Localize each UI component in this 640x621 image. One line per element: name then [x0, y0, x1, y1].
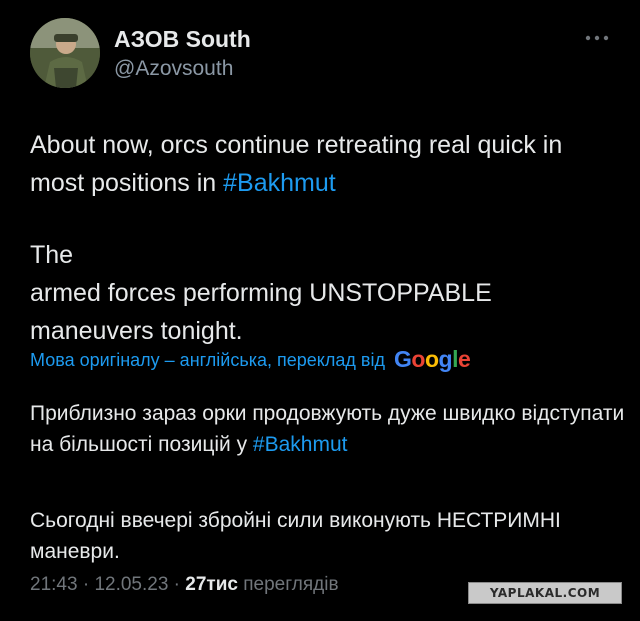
- translated-paragraph-1: Приблизно зараз орки продовжують дуже шв…: [30, 398, 630, 460]
- watermark: YAPLAKAL.COM: [468, 582, 622, 604]
- views-count: 27тис: [185, 574, 238, 595]
- hashtag-link[interactable]: #Bakhmut: [223, 169, 336, 197]
- meta-separator: ·: [77, 574, 95, 595]
- translated-text: Приблизно зараз орки продовжують дуже шв…: [30, 398, 630, 567]
- tweet-time[interactable]: 21:43: [30, 574, 78, 595]
- translation-label[interactable]: Мова оригіналу – англійська, переклад ві…: [30, 346, 471, 373]
- avatar[interactable]: [30, 18, 100, 88]
- translation-label-text: Мова оригіналу – англійська, переклад ві…: [30, 350, 385, 370]
- google-logo: Google: [393, 346, 471, 372]
- views-label: переглядів: [237, 574, 339, 595]
- avatar-image: [30, 18, 100, 88]
- translated-text-line2: Сьогодні ввечері збройні сили виконують …: [30, 509, 561, 563]
- tweet-date[interactable]: 12.05.23: [94, 574, 168, 595]
- hashtag-link-translated[interactable]: #Bakhmut: [253, 433, 348, 456]
- meta-separator: ·: [168, 574, 186, 595]
- translated-paragraph-2: [30, 474, 630, 505]
- tweet-text: About now, orcs continue retreating real…: [30, 126, 620, 350]
- author-handle[interactable]: @Azovsouth: [114, 57, 233, 81]
- more-button[interactable]: [584, 28, 610, 48]
- ukraine-flag-icon: [30, 481, 54, 497]
- tweet-text-line2: armed forces performing UNSTOPPABLE mane…: [30, 279, 492, 345]
- ukraine-flag-icon: [80, 246, 108, 265]
- author-name[interactable]: АЗОВ South: [114, 26, 251, 53]
- more-dots-icon: [585, 35, 609, 41]
- tweet-paragraph-1: About now, orcs continue retreating real…: [30, 126, 620, 202]
- tweet-meta: 21:43 · 12.05.23 · 27тис переглядів: [30, 574, 339, 596]
- tweet-paragraph-2: The: [30, 236, 620, 274]
